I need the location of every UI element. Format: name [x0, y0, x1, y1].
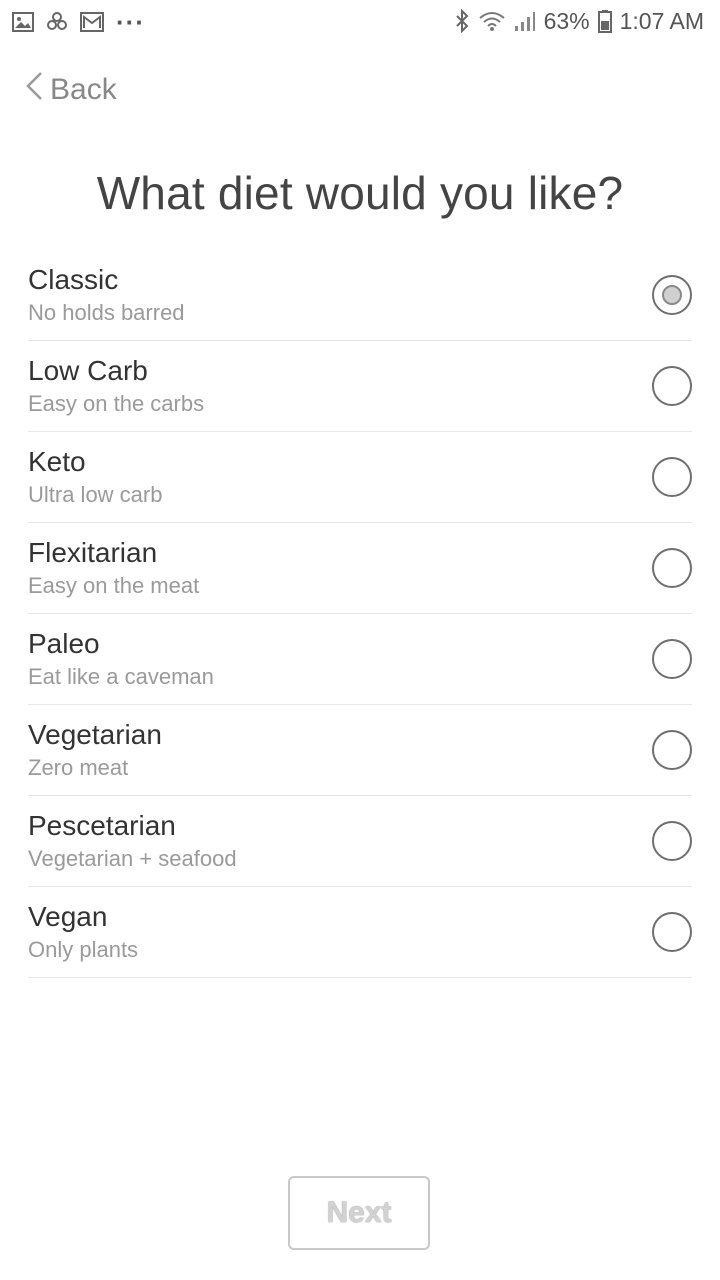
wifi-icon: [478, 10, 506, 32]
diet-option-vegetarian[interactable]: Vegetarian Zero meat: [28, 705, 692, 796]
diet-description: Easy on the carbs: [28, 391, 205, 416]
diet-name: Low Carb: [28, 355, 148, 386]
diet-option-low-carb[interactable]: Low Carb Easy on the carbs: [28, 341, 692, 432]
signal-icon: [514, 10, 536, 32]
diet-description: Ultra low carb: [28, 482, 163, 507]
diet-description: Zero meat: [28, 755, 129, 780]
radio-button[interactable]: [652, 366, 692, 406]
pinwheel-icon: [46, 11, 68, 33]
page-title: What diet would you like?: [96, 167, 624, 219]
diet-option-keto[interactable]: Keto Ultra low carb: [28, 432, 692, 523]
chevron-left-icon: [24, 70, 44, 110]
diet-description: Only plants: [28, 937, 139, 962]
clock-time: 1:07 AM: [619, 7, 704, 34]
diet-name: Keto: [28, 446, 86, 477]
diet-description: No holds barred: [28, 300, 185, 325]
diet-name: Vegan: [28, 901, 108, 932]
radio-button[interactable]: [652, 912, 692, 952]
diet-selection-screen: ··· 63% 1:07 AM Back What diet would you…: [0, 0, 720, 1280]
diet-option-vegan[interactable]: Vegan Only plants: [28, 887, 692, 978]
diet-description: Vegetarian + seafood: [28, 846, 237, 871]
diet-options-list: Classic No holds barred Low Carb Easy on…: [28, 250, 692, 978]
back-label: Back: [50, 73, 117, 106]
radio-button-selected[interactable]: [652, 275, 692, 315]
diet-name: Pescetarian: [28, 810, 176, 841]
bluetooth-icon: [454, 9, 470, 33]
diet-option-paleo[interactable]: Paleo Eat like a caveman: [28, 614, 692, 705]
gallery-icon: [12, 12, 34, 32]
gmail-icon: [80, 12, 104, 32]
diet-description: Eat like a caveman: [28, 664, 214, 689]
diet-option-flexitarian[interactable]: Flexitarian Easy on the meat: [28, 523, 692, 614]
diet-name: Flexitarian: [28, 537, 158, 568]
radio-button[interactable]: [652, 730, 692, 770]
diet-option-pescetarian[interactable]: Pescetarian Vegetarian + seafood: [28, 796, 692, 887]
battery-percent: 63%: [543, 7, 590, 34]
back-button[interactable]: Back: [24, 68, 117, 112]
diet-option-classic[interactable]: Classic No holds barred: [28, 250, 692, 341]
diet-description: Easy on the meat: [28, 573, 200, 598]
status-bar: ··· 63% 1:07 AM: [0, 0, 720, 44]
battery-icon: [597, 9, 612, 33]
radio-button[interactable]: [652, 457, 692, 497]
diet-name: Classic: [28, 264, 119, 295]
diet-name: Paleo: [28, 628, 100, 659]
notification-icons: ···: [12, 8, 145, 36]
more-dots-icon: ···: [116, 7, 145, 37]
next-button[interactable]: Next: [288, 1176, 430, 1250]
system-status: 63% 1:07 AM: [454, 6, 704, 36]
radio-button[interactable]: [652, 548, 692, 588]
radio-button[interactable]: [652, 821, 692, 861]
diet-name: Vegetarian: [28, 719, 162, 750]
radio-button[interactable]: [652, 639, 692, 679]
